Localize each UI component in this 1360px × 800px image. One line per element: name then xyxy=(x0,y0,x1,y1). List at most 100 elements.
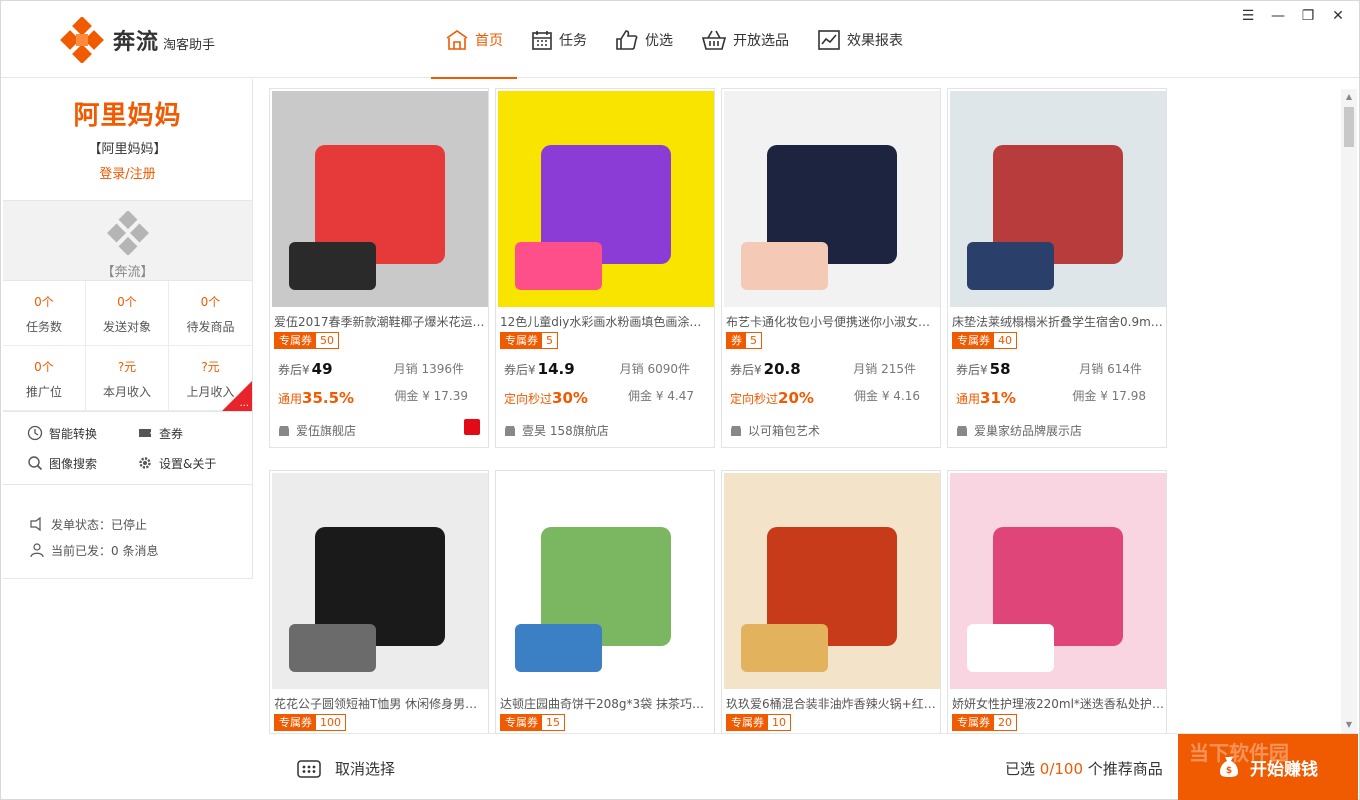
menu-icon[interactable]: ☰ xyxy=(1233,5,1263,27)
shop-name[interactable]: 壹昊 158旗航店 xyxy=(504,422,609,439)
selected-count: 已选 0/100 个推荐商品 xyxy=(1005,758,1163,779)
product-title[interactable]: 布艺卡通化妆包小号便携迷你小淑女手拿包 xyxy=(726,313,938,330)
product-image[interactable] xyxy=(272,91,488,307)
stat-label: 本月收入 xyxy=(102,385,151,399)
product-card[interactable]: 床垫法莱绒榻榻米折叠学生宿舍0.9m床褥 专属券 40 券后¥ 58 月销 614件… xyxy=(947,88,1167,448)
coupon-value: 5 xyxy=(546,334,553,347)
logo: 奔流 淘客助手 xyxy=(59,17,215,63)
nav-open-selection[interactable]: 开放选品 xyxy=(687,1,803,78)
grid-select-icon xyxy=(297,759,321,778)
nav-featured[interactable]: 优选 xyxy=(601,1,687,78)
product-title[interactable]: 爱伍2017春季新款潮鞋椰子爆米花运动鞋 xyxy=(274,313,486,330)
coupon-type: 专属券 xyxy=(275,715,316,730)
product-title[interactable]: 花花公子圆领短袖T恤男 休闲修身男装上衣 xyxy=(274,695,486,712)
rate-value: 31% xyxy=(980,389,1016,407)
product-image[interactable] xyxy=(950,91,1166,307)
account-panel: 阿里妈妈 【阿里妈妈】 登录/注册 xyxy=(3,79,252,201)
coupon-value: 40 xyxy=(998,334,1012,347)
tool-label: 设置&关于 xyxy=(159,456,217,471)
tools-panel: 智能转换 查券 图像搜索 设置&关于 xyxy=(3,412,252,485)
scroll-up-icon[interactable]: ▲ xyxy=(1341,89,1357,105)
price-value: 58 xyxy=(989,360,1011,378)
product-image-accent xyxy=(967,624,1054,672)
coupon-value: 20 xyxy=(998,716,1012,729)
product-title[interactable]: 娇妍女性护理液220ml*迷迭香私处护理洗液 xyxy=(952,695,1164,712)
sidebar: 阿里妈妈 【阿里妈妈】 登录/注册 【奔流】 0个 任务数 0个 发送对象 0个 待发… xyxy=(3,79,253,579)
status-panel: 发单状态：已停止 当前已发：0 条消息 xyxy=(3,485,252,563)
product-title[interactable]: 12色儿童diy水彩画水粉画填色画涂色套装 xyxy=(500,313,712,330)
group-name: 【奔流】 xyxy=(101,265,154,280)
rate-value: 30% xyxy=(552,389,588,407)
coupon-type: 券 xyxy=(727,333,746,348)
basket-icon xyxy=(701,30,727,50)
coupon-badge: 专属券 5 xyxy=(500,332,558,349)
bottom-bar: 取消选择 已选 0/100 个推荐商品 $ 开始赚钱 xyxy=(269,733,1359,800)
image-search-button[interactable]: 图像搜索 xyxy=(27,448,137,478)
scroll-down-icon[interactable]: ▼ xyxy=(1341,717,1357,733)
shop-icon xyxy=(279,425,289,436)
product-card[interactable]: 爱伍2017春季新款潮鞋椰子爆米花运动鞋 专属券 50 券后¥ 49 月销 1396… xyxy=(269,88,489,448)
stat-promo-slots[interactable]: 0个 推广位 xyxy=(3,346,86,411)
product-image[interactable] xyxy=(498,91,714,307)
stat-send-targets[interactable]: 0个 发送对象 xyxy=(86,281,169,346)
login-register-link[interactable]: 登录/注册 xyxy=(3,163,252,182)
shop-label: 爱巢家纺品牌展示店 xyxy=(974,424,1083,438)
stat-value: 0个 xyxy=(34,295,54,309)
product-card[interactable]: 娇妍女性护理液220ml*迷迭香私处护理洗液 专属券 20 xyxy=(947,470,1167,733)
vertical-scrollbar[interactable]: ▲ ▼ xyxy=(1341,89,1357,733)
tool-label: 查券 xyxy=(159,426,184,441)
start-earning-button[interactable]: $ 开始赚钱 xyxy=(1178,734,1358,800)
nav-reports[interactable]: 效果报表 xyxy=(803,1,917,78)
shop-name[interactable]: 以可箱包艺术 xyxy=(730,422,820,439)
product-image[interactable] xyxy=(724,91,940,307)
svg-text:$: $ xyxy=(1226,766,1232,776)
money-bag-icon: $ xyxy=(1220,757,1238,777)
restore-icon[interactable]: ❐ xyxy=(1293,5,1323,27)
product-image[interactable] xyxy=(724,473,940,689)
close-icon[interactable]: ✕ xyxy=(1323,5,1353,27)
product-image[interactable] xyxy=(498,473,714,689)
stat-month-income[interactable]: ?元 本月收入 xyxy=(86,346,169,411)
price-label: 券后¥ xyxy=(504,363,536,377)
check-coupon-button[interactable]: 查券 xyxy=(137,418,247,448)
minimize-icon[interactable]: — xyxy=(1263,5,1293,27)
product-image-accent xyxy=(515,624,602,672)
scroll-thumb[interactable] xyxy=(1344,107,1354,147)
product-title[interactable]: 玖玖爱6桶混合装非油炸香辣火锅+红烧牛肉面 xyxy=(726,695,938,712)
product-card[interactable]: 12色儿童diy水彩画水粉画填色画涂色套装 专属券 5 券后¥ 14.9 月销 60… xyxy=(495,88,715,448)
commission-rate: 定向秒过30% xyxy=(504,389,588,407)
product-card[interactable]: 花花公子圆领短袖T恤男 休闲修身男装上衣 专属券 100 xyxy=(269,470,489,733)
start-earning-label: 开始赚钱 xyxy=(1250,759,1318,780)
selected-prefix: 已选 xyxy=(1005,760,1040,778)
product-card[interactable]: 达顿庄园曲奇饼干208g*3袋 抹茶巧克力味 专属券 15 xyxy=(495,470,715,733)
product-title[interactable]: 床垫法莱绒榻榻米折叠学生宿舍0.9m床褥 xyxy=(952,313,1164,330)
price-after-coupon: 券后¥ 14.9 xyxy=(504,360,575,378)
cancel-selection-button[interactable]: 取消选择 xyxy=(297,758,395,779)
product-title[interactable]: 达顿庄园曲奇饼干208g*3袋 抹茶巧克力味 xyxy=(500,695,712,712)
smart-convert-button[interactable]: 智能转换 xyxy=(27,418,137,448)
product-image[interactable] xyxy=(950,473,1166,689)
settings-about-button[interactable]: 设置&关于 xyxy=(137,448,247,478)
product-image-accent xyxy=(289,624,376,672)
shop-name[interactable]: 爱巢家纺品牌展示店 xyxy=(956,422,1082,439)
nav-tasks[interactable]: 任务 xyxy=(517,1,601,78)
selected-number: 0/100 xyxy=(1039,760,1084,778)
nav-open-selection-label: 开放选品 xyxy=(733,32,789,49)
price-label: 券后¥ xyxy=(730,363,762,377)
coupon-badge: 专属券 15 xyxy=(500,714,565,731)
product-card[interactable]: 布艺卡通化妆包小号便携迷你小淑女手拿包 券5 券后¥ 20.8 月销 215件 定… xyxy=(721,88,941,448)
product-image[interactable] xyxy=(272,473,488,689)
commission-amount: 佣金 ¥ 4.47 xyxy=(628,389,694,403)
commission-amount: 佣金 ¥ 17.39 xyxy=(394,389,468,403)
stat-pending-items[interactable]: 0个 待发商品 xyxy=(169,281,252,346)
product-card[interactable]: 玖玖爱6桶混合装非油炸香辣火锅+红烧牛肉面 专属券 10 xyxy=(721,470,941,733)
rate-label: 通用 xyxy=(278,392,303,406)
brand-subtitle: 淘客助手 xyxy=(163,37,216,53)
shop-name[interactable]: 爱伍旗舰店 xyxy=(278,422,356,439)
commission-amount: 佣金 ¥ 17.98 xyxy=(1072,389,1146,403)
shop-label: 壹昊 158旗航店 xyxy=(522,424,609,438)
stat-task-count[interactable]: 0个 任务数 xyxy=(3,281,86,346)
nav-home[interactable]: 首页 xyxy=(431,1,517,79)
tool-label: 智能转换 xyxy=(49,426,98,441)
user-icon xyxy=(30,543,44,558)
